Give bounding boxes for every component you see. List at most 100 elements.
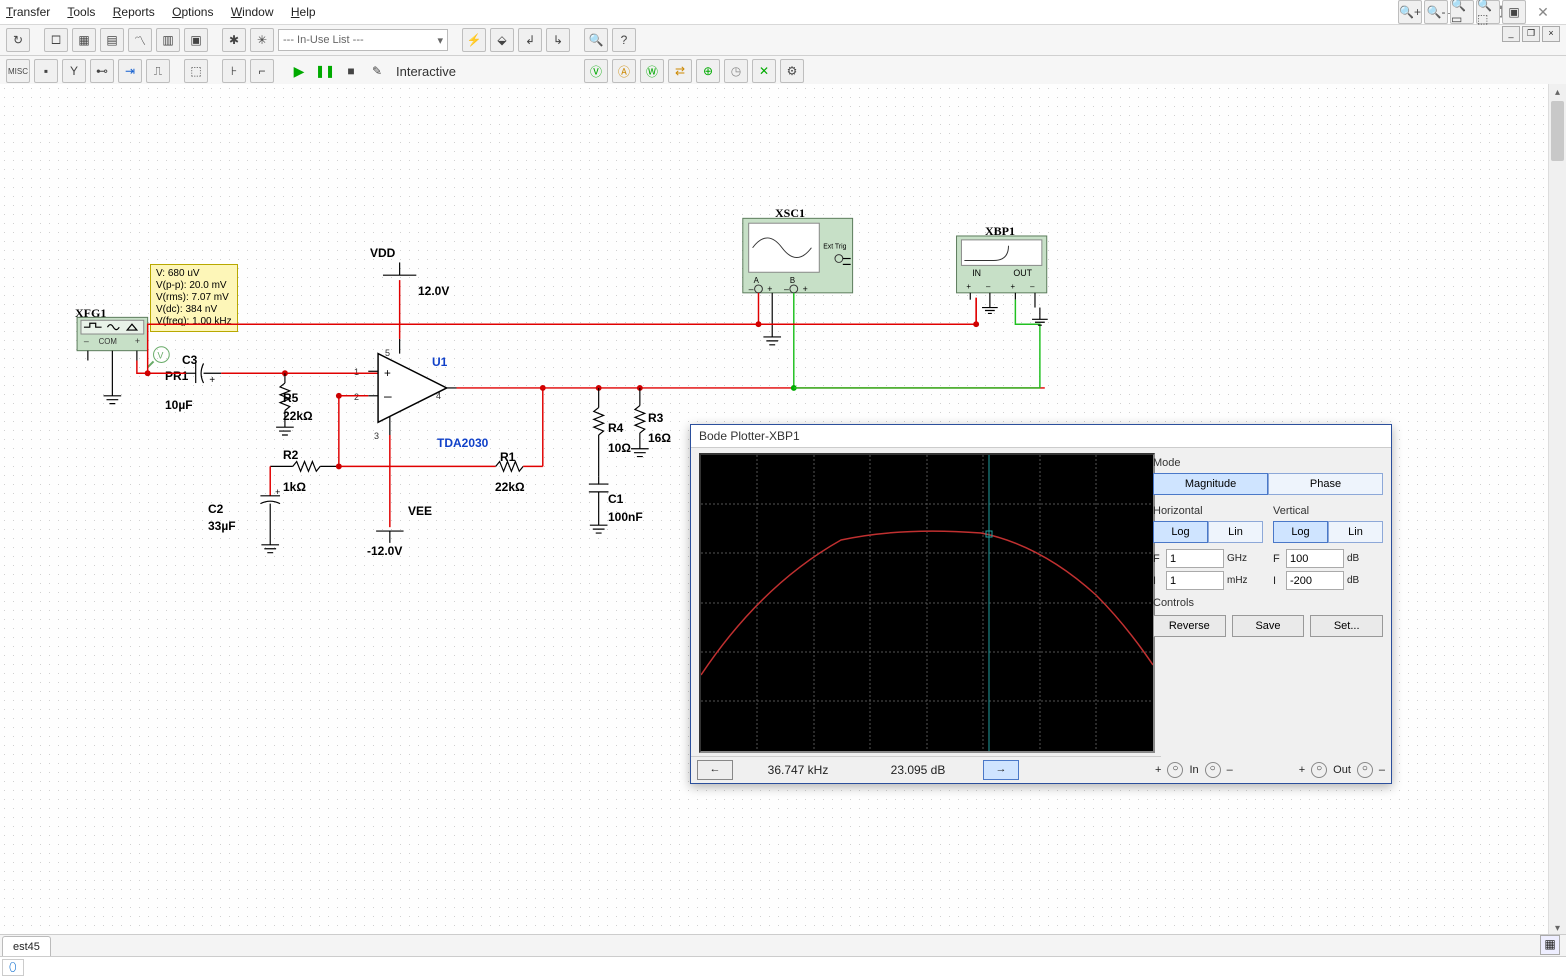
fullscreen-icon[interactable]: ▣ (1502, 0, 1526, 24)
capture-icon[interactable]: ⬙ (490, 28, 514, 52)
svg-text:+: + (1010, 282, 1015, 291)
menu-help[interactable]: Help (291, 5, 316, 19)
out-plus-terminal[interactable]: ○ (1311, 762, 1327, 778)
svg-text:IN: IN (972, 268, 981, 278)
source-icon[interactable]: ▪ (34, 59, 58, 83)
forward-annotate-icon[interactable]: ↳ (546, 28, 570, 52)
menu-reports[interactable]: Reports (113, 5, 155, 19)
junction-icon[interactable]: ⌐ (250, 59, 274, 83)
phase-button[interactable]: Phase (1268, 473, 1383, 495)
mdi-close-button[interactable]: × (1542, 26, 1560, 42)
svg-text:–: – (1030, 282, 1035, 291)
create-component-icon[interactable]: ✳ (250, 28, 274, 52)
interactive-sim-icon[interactable]: ✎ (366, 60, 388, 82)
probe-w-icon[interactable]: Ⓦ (640, 59, 664, 83)
set-button[interactable]: Set... (1310, 615, 1383, 637)
pause-button[interactable]: ❚❚ (314, 60, 336, 82)
cursor-right-button[interactable]: → (983, 760, 1019, 780)
svg-text:A: A (754, 276, 760, 285)
out-label: Out (1333, 764, 1351, 776)
hierarchy-icon[interactable]: ⬚ (184, 59, 208, 83)
mdi-minimize-button[interactable]: _ (1502, 26, 1520, 42)
refresh-icon[interactable]: ↻ (6, 28, 30, 52)
bode-title[interactable]: Bode Plotter-XBP1 (691, 425, 1391, 448)
spreadsheet-toggle-icon[interactable]: ▦ (1540, 935, 1560, 955)
antenna-icon[interactable]: Y (62, 59, 86, 83)
reverse-button[interactable]: Reverse (1153, 615, 1226, 637)
window-close-button[interactable]: ✕ (1520, 0, 1566, 24)
misc-components-icon[interactable]: MISC (6, 59, 30, 83)
menubar: TTransferransfer Tools Reports Options W… (0, 0, 1566, 25)
svg-text:–: – (749, 284, 754, 294)
stop-button[interactable]: ■ (340, 60, 362, 82)
bus-icon[interactable]: ⊦ (222, 59, 246, 83)
in-plus-terminal[interactable]: ○ (1167, 762, 1183, 778)
probe-v-icon[interactable]: Ⓥ (584, 59, 608, 83)
bode-plotter-window[interactable]: Bode Plotter-XBP1 Mode Magnitude Phase (690, 424, 1392, 784)
in-use-list-dropdown[interactable]: --- In-Use List ---▾ (278, 29, 448, 51)
scroll-thumb[interactable] (1551, 101, 1564, 161)
menu-tools[interactable]: Tools (67, 5, 95, 19)
tab-est45[interactable]: est45 (2, 936, 51, 957)
vertical-label: Vertical (1273, 505, 1383, 517)
h-lin-button[interactable]: Lin (1208, 521, 1263, 543)
out-minus-terminal[interactable]: ○ (1357, 762, 1373, 778)
v-initial-input[interactable] (1286, 571, 1344, 590)
diode-icon[interactable]: ⇥ (118, 59, 142, 83)
database-icon[interactable]: ▤ (100, 28, 124, 52)
probe-a-icon[interactable]: Ⓐ (612, 59, 636, 83)
v-log-button[interactable]: Log (1273, 521, 1328, 543)
design-toolbox-icon[interactable]: 🞏 (44, 28, 68, 52)
mdi-restore-button[interactable]: ❐ (1522, 26, 1540, 42)
transistor-icon[interactable]: ⊷ (90, 59, 114, 83)
svg-text:–: – (384, 389, 392, 404)
scroll-up-icon[interactable]: ▴ (1549, 84, 1566, 101)
h-log-button[interactable]: Log (1153, 521, 1208, 543)
menu-transfer[interactable]: TTransferransfer (6, 5, 50, 19)
bode-readout-bar: ← 36.747 kHz 23.095 dB → (691, 756, 1161, 783)
grapher-icon[interactable]: 〽 (128, 28, 152, 52)
svg-text:V: V (157, 351, 163, 361)
main-toolbar: ↻ 🞏 ▦ ▤ 〽 ▥ ▣ ✱ ✳ --- In-Use List ---▾ ⚡… (0, 25, 1566, 56)
save-button[interactable]: Save (1232, 615, 1305, 637)
help-icon[interactable]: ? (612, 28, 636, 52)
breadboard-icon[interactable]: ▣ (184, 28, 208, 52)
find-icon[interactable]: 🔍 (584, 28, 608, 52)
zoom-area-icon[interactable]: 🔍▭ (1450, 0, 1474, 24)
probe-ref-icon[interactable]: ⊕ (696, 59, 720, 83)
bode-plot-area[interactable] (699, 453, 1155, 753)
component-icon[interactable]: ✱ (222, 28, 246, 52)
zoom-out-icon[interactable]: 🔍- (1424, 0, 1448, 24)
mode-label: Mode (1153, 457, 1383, 469)
postprocessor-icon[interactable]: ▥ (156, 28, 180, 52)
bode-controls-panel: Mode Magnitude Phase Horizontal Log Lin … (1145, 447, 1391, 757)
probe-d-icon[interactable]: ◷ (724, 59, 748, 83)
v-final-input[interactable] (1286, 549, 1344, 568)
cursor-left-button[interactable]: ← (697, 760, 733, 780)
indicator-icon[interactable]: ⎍ (146, 59, 170, 83)
chevron-down-icon: ▾ (437, 34, 443, 47)
magnitude-button[interactable]: Magnitude (1153, 473, 1268, 495)
zoom-fit-icon[interactable]: 🔍⬚ (1476, 0, 1500, 24)
run-button[interactable]: ▶ (288, 60, 310, 82)
h-initial-input[interactable] (1166, 571, 1224, 590)
probe-diff-icon[interactable]: ⇄ (668, 59, 692, 83)
menu-options[interactable]: Options (172, 5, 213, 19)
back-annotate-icon[interactable]: ↲ (518, 28, 542, 52)
svg-text:–: – (784, 284, 789, 294)
menu-window[interactable]: Window (231, 5, 274, 19)
probe-settings-icon[interactable]: ⚙ (780, 59, 804, 83)
vertical-scrollbar[interactable]: ▴ ▾ (1548, 84, 1566, 937)
spreadsheet-icon[interactable]: ▦ (72, 28, 96, 52)
svg-text:+: + (275, 487, 280, 497)
frequency-readout: 36.747 kHz (743, 763, 853, 777)
v-lin-button[interactable]: Lin (1328, 521, 1383, 543)
in-minus-terminal[interactable]: ○ (1205, 762, 1221, 778)
in-label: In (1189, 764, 1198, 776)
h-final-input[interactable] (1166, 549, 1224, 568)
svg-text:+: + (966, 282, 971, 291)
electrical-check-icon[interactable]: ⚡ (462, 28, 486, 52)
sheet-tabs: est45 ▦ (0, 934, 1566, 957)
zoom-in-icon[interactable]: 🔍+ (1398, 0, 1422, 24)
probe-clear-icon[interactable]: ✕ (752, 59, 776, 83)
